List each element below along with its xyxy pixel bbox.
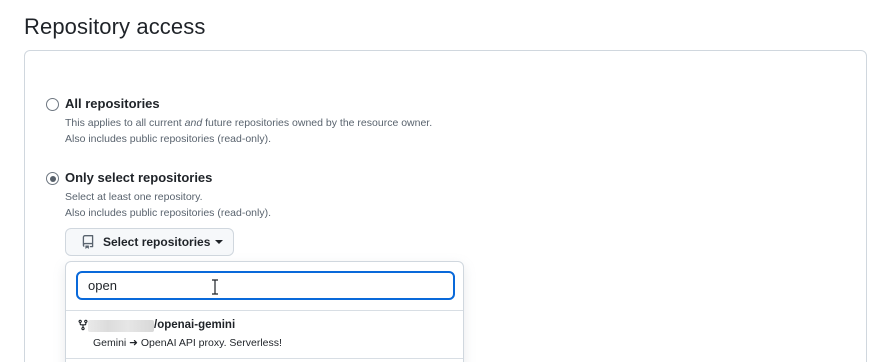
repo-icon (82, 235, 94, 249)
repo-name: /openai-gemini (154, 319, 236, 331)
repo-description: Gemini ➜ OpenAI API proxy. Serverless! (93, 337, 282, 349)
select-repositories-button[interactable]: Select repositories (65, 228, 234, 256)
option-select-description: Select at least one repository. (65, 191, 203, 203)
select-repositories-label: Select repositories (103, 235, 211, 249)
option-all-description: This applies to all current and future r… (65, 117, 433, 129)
repository-search-input[interactable] (76, 271, 455, 300)
list-item[interactable]: /openai-gemini Gemini ➜ OpenAI API proxy… (66, 311, 463, 359)
caret-down-icon (215, 240, 224, 244)
option-all-description-line2: Also includes public repositories (read-… (65, 133, 272, 145)
text-cursor-icon (212, 279, 218, 295)
option-select-label[interactable]: Only select repositories (65, 170, 212, 185)
option-select-description-line2: Also includes public repositories (read-… (65, 207, 272, 219)
repository-access-page: Repository access All repositories This … (0, 0, 891, 362)
radio-all-repositories[interactable] (46, 98, 59, 111)
redacted-owner (88, 320, 154, 332)
option-all-label[interactable]: All repositories (65, 96, 160, 111)
section-title: Repository access (24, 14, 206, 39)
dropdown-divider (66, 358, 463, 359)
repository-dropdown: /openai-gemini Gemini ➜ OpenAI API proxy… (65, 261, 464, 362)
radio-select-repositories[interactable] (46, 172, 59, 185)
